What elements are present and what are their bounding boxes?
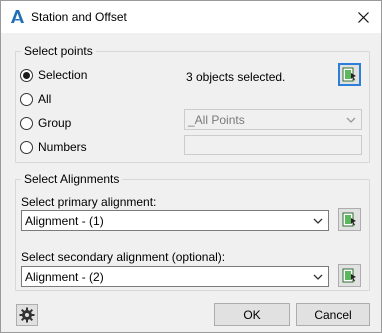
selection-status: 3 objects selected.: [186, 70, 286, 84]
point-group-value: _All Points: [188, 112, 245, 127]
close-icon: [357, 11, 369, 23]
gear-icon: [19, 307, 35, 323]
autocad-a-icon: [11, 10, 24, 23]
secondary-alignment-label: Select secondary alignment (optional):: [21, 250, 226, 264]
radio-label-group: Group: [38, 116, 72, 130]
radio-circle[interactable]: [20, 140, 33, 154]
point-numbers-field[interactable]: [184, 135, 362, 155]
ok-button[interactable]: OK: [214, 303, 290, 326]
pick-in-drawing-icon: [342, 212, 356, 227]
radio-circle[interactable]: [20, 116, 33, 130]
settings-button[interactable]: [16, 304, 38, 326]
primary-alignment-label: Select primary alignment:: [21, 195, 157, 209]
pick-points-button[interactable]: [338, 63, 361, 86]
title-bar: Station and Offset: [1, 1, 381, 33]
radio-selection[interactable]: Selection: [20, 66, 87, 84]
primary-alignment-combo[interactable]: Alignment - (1): [21, 210, 329, 231]
chevron-down-icon: [313, 274, 323, 280]
pick-in-drawing-icon: [342, 268, 356, 283]
secondary-alignment-value: Alignment - (2): [25, 269, 104, 284]
select-points-group: Select points Selection All Group Number…: [15, 44, 370, 163]
secondary-alignment-combo[interactable]: Alignment - (2): [21, 266, 329, 287]
pick-primary-alignment-button[interactable]: [338, 208, 361, 231]
radio-label-numbers: Numbers: [38, 140, 87, 154]
pick-in-drawing-icon: [342, 67, 356, 82]
select-alignments-group: Select Alignments Select primary alignme…: [15, 172, 370, 291]
chevron-down-icon: [313, 218, 323, 224]
chevron-down-icon: [346, 117, 356, 123]
radio-circle[interactable]: [20, 68, 33, 82]
window-title: Station and Offset: [31, 10, 127, 24]
close-button[interactable]: [345, 1, 381, 33]
radio-group[interactable]: Group: [20, 114, 71, 132]
radio-label-selection: Selection: [38, 68, 88, 82]
radio-numbers[interactable]: Numbers: [20, 138, 87, 156]
pick-secondary-alignment-button[interactable]: [338, 264, 361, 287]
primary-alignment-value: Alignment - (1): [25, 213, 104, 228]
point-group-combo[interactable]: _All Points: [184, 109, 362, 130]
select-points-title: Select points: [21, 44, 96, 58]
radio-label-all: All: [38, 92, 52, 106]
radio-all[interactable]: All: [20, 90, 51, 108]
cancel-button[interactable]: Cancel: [296, 303, 370, 326]
station-offset-dialog: Station and Offset Select points Selecti…: [0, 0, 382, 333]
select-alignments-title: Select Alignments: [21, 172, 123, 186]
radio-circle[interactable]: [20, 92, 33, 106]
